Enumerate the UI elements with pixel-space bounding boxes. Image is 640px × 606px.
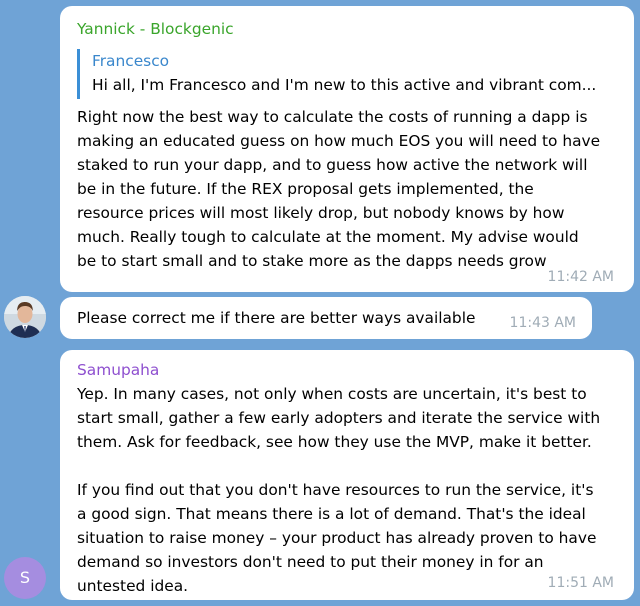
message-text: Yep. In many cases, not only when costs … bbox=[77, 382, 600, 598]
message-line: be to start small and to stake more as t… bbox=[77, 252, 547, 270]
message-line: be in the future. If the REX proposal ge… bbox=[77, 180, 534, 198]
user-avatar-initial[interactable]: S bbox=[4, 557, 46, 599]
message-text: Right now the best way to calculate the … bbox=[77, 105, 600, 273]
message-bubble-samupaha[interactable]: Samupaha Yep. In many cases, not only wh… bbox=[60, 350, 634, 600]
message-line: untested idea. bbox=[77, 577, 189, 595]
message-line: demand so investors don't need to put th… bbox=[77, 553, 544, 571]
message-line: making an educated guess on how much EOS… bbox=[77, 132, 601, 150]
message-timestamp: 11:51 AM bbox=[547, 575, 614, 591]
reply-preview-text: Hi all, I'm Francesco and I'm new to thi… bbox=[92, 76, 597, 94]
reply-sender-name: Francesco bbox=[92, 52, 170, 70]
message-line: situation to raise money – your product … bbox=[77, 529, 597, 547]
message-line: resource prices will most likely drop, b… bbox=[77, 204, 565, 222]
sender-name[interactable]: Yannick - Blockgenic bbox=[77, 18, 234, 40]
message-bubble-yannick[interactable]: Yannick - Blockgenic Francesco Hi all, I… bbox=[60, 6, 634, 292]
message-line: staked to run your dapp, and to guess ho… bbox=[77, 156, 588, 174]
message-bubble-continuation[interactable]: Please correct me if there are better wa… bbox=[60, 297, 592, 339]
message-timestamp: 11:43 AM bbox=[509, 315, 576, 331]
message-line: a good sign. That means there is a lot o… bbox=[77, 505, 586, 523]
avatar-initial: S bbox=[19, 568, 31, 587]
message-line bbox=[77, 454, 600, 478]
message-line: If you find out that you don't have reso… bbox=[77, 481, 594, 499]
user-avatar-photo[interactable] bbox=[4, 296, 46, 338]
message-line: start small, gather a few early adopters… bbox=[77, 409, 601, 427]
person-photo-icon bbox=[4, 296, 46, 338]
message-line: them. Ask for feedback, see how they use… bbox=[77, 433, 592, 451]
message-timestamp: 11:42 AM bbox=[547, 269, 614, 285]
message-line: Right now the best way to calculate the … bbox=[77, 108, 588, 126]
sender-name[interactable]: Samupaha bbox=[77, 359, 159, 381]
reply-quote[interactable]: Francesco Hi all, I'm Francesco and I'm … bbox=[77, 49, 596, 99]
message-line: much. Really tough to calculate at the m… bbox=[77, 228, 579, 246]
message-text: Please correct me if there are better wa… bbox=[77, 309, 476, 327]
message-line: Yep. In many cases, not only when costs … bbox=[77, 385, 587, 403]
